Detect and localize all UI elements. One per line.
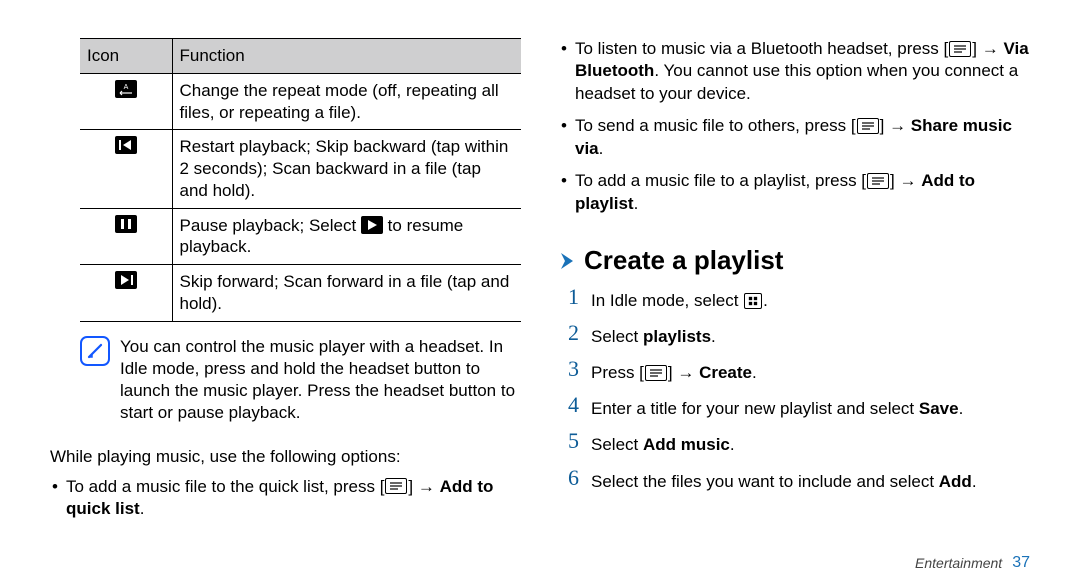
page-footer: Entertainment 37 [915, 554, 1030, 572]
step-item: 5 Select Add music. [559, 432, 1030, 456]
table-row: Skip forward; Scan forward in a file (ta… [80, 265, 521, 322]
th-icon: Icon [80, 39, 172, 74]
table-row: A Change the repeat mode (off, repeating… [80, 73, 521, 130]
step-number: 5 [559, 430, 579, 452]
options-intro: While playing music, use the following o… [50, 446, 521, 468]
pause-icon [115, 215, 137, 233]
next-icon [115, 271, 137, 289]
play-icon [361, 216, 383, 234]
step-number: 1 [559, 286, 579, 308]
step-number: 6 [559, 467, 579, 489]
step-item: 3 Press [] → Create. [559, 360, 1030, 384]
footer-section: Entertainment [915, 555, 1002, 571]
apps-icon [744, 293, 762, 309]
menu-icon [867, 173, 889, 189]
cell-text: Skip forward; Scan forward in a file (ta… [172, 265, 521, 322]
step-number: 3 [559, 358, 579, 380]
step-number: 4 [559, 394, 579, 416]
menu-icon [857, 118, 879, 134]
heading-text: Create a playlist [584, 245, 783, 276]
list-item: To listen to music via a Bluetooth heads… [559, 38, 1030, 105]
table-row: Restart playback; Skip backward (tap wit… [80, 130, 521, 208]
left-column: Icon Function A Change the repeat mode (… [50, 38, 521, 568]
steps-list: 1 In Idle mode, select . 2 Select playli… [559, 288, 1030, 505]
table-row: Pause playback; Select to resume playbac… [80, 208, 521, 265]
note-icon [80, 336, 110, 366]
right-column: To listen to music via a Bluetooth heads… [559, 38, 1030, 568]
menu-icon [385, 478, 407, 494]
step-number: 2 [559, 322, 579, 344]
step-item: 1 In Idle mode, select . [559, 288, 1030, 312]
note-text: You can control the music player with a … [120, 336, 521, 424]
step-item: 6 Select the files you want to include a… [559, 469, 1030, 493]
step-item: 4 Enter a title for your new playlist an… [559, 396, 1030, 420]
left-bullet-list: To add a music file to the quick list, p… [50, 476, 521, 531]
th-function: Function [172, 39, 521, 74]
section-heading: Create a playlist [559, 245, 1030, 276]
cell-text: Pause playback; Select to resume playbac… [172, 208, 521, 265]
step-item: 2 Select playlists. [559, 324, 1030, 348]
list-item: To send a music file to others, press []… [559, 115, 1030, 160]
icon-function-table: Icon Function A Change the repeat mode (… [80, 38, 521, 322]
chevron-right-icon [559, 251, 576, 271]
note-block: You can control the music player with a … [80, 336, 521, 424]
list-item: To add a music file to the quick list, p… [50, 476, 521, 521]
repeat-icon: A [115, 80, 137, 98]
right-bullet-list: To listen to music via a Bluetooth heads… [559, 38, 1030, 225]
manual-page: Icon Function A Change the repeat mode (… [0, 0, 1080, 586]
cell-text: Change the repeat mode (off, repeating a… [172, 73, 521, 130]
cell-text: Restart playback; Skip backward (tap wit… [172, 130, 521, 208]
list-item: To add a music file to a playlist, press… [559, 170, 1030, 215]
page-number: 37 [1012, 554, 1030, 572]
prev-icon [115, 136, 137, 154]
svg-text:A: A [123, 84, 128, 91]
menu-icon [949, 41, 971, 57]
menu-icon [645, 365, 667, 381]
